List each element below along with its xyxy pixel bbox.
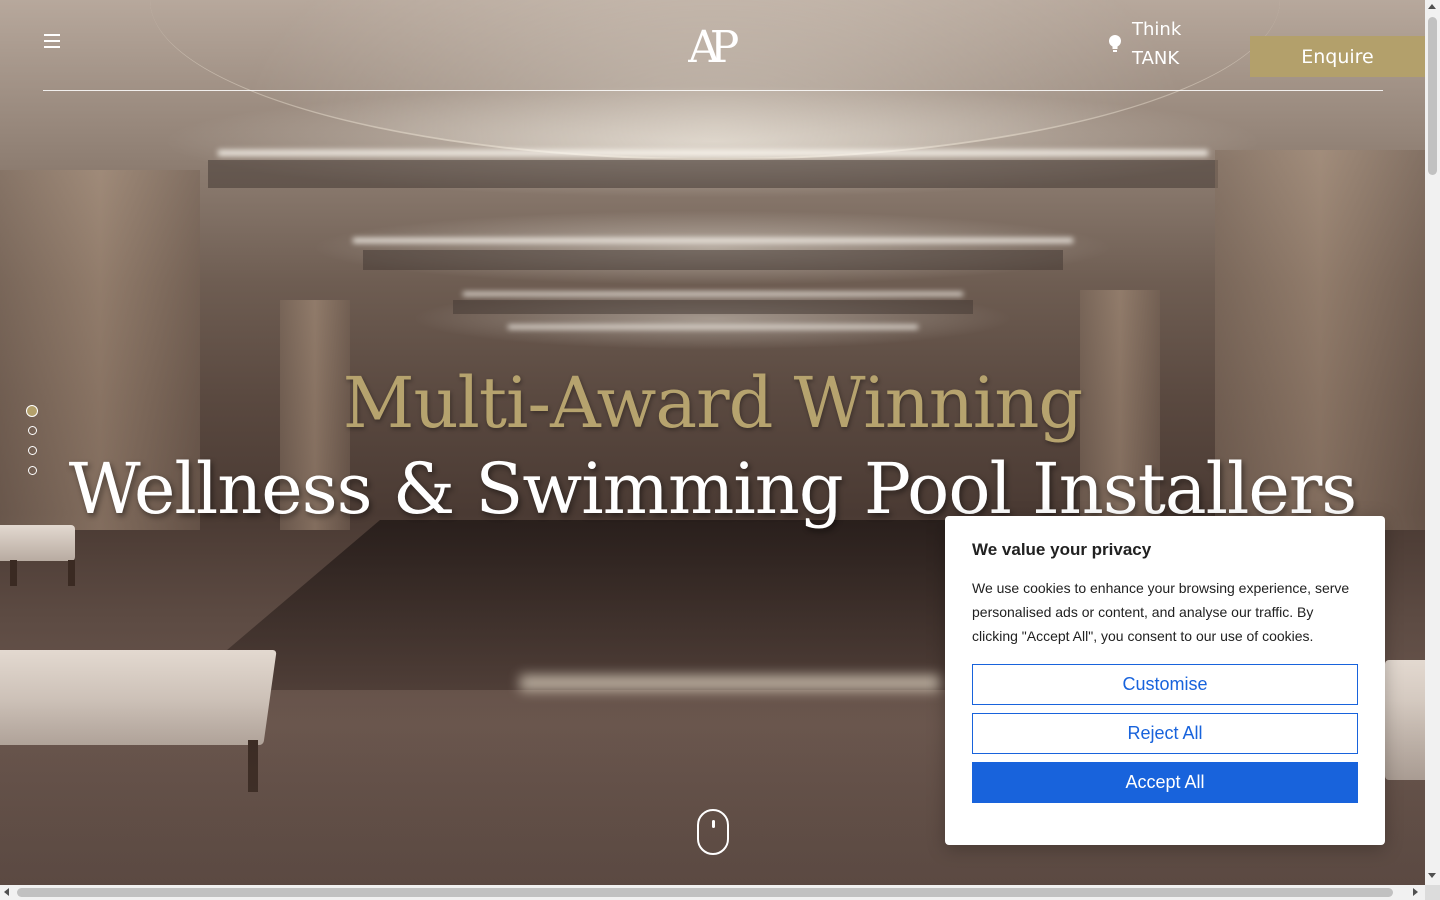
ceiling-beam [362,250,1063,270]
accept-all-button[interactable]: Accept All [972,762,1358,803]
enquire-button[interactable]: Enquire [1250,36,1425,77]
scroll-left-arrow-icon[interactable] [4,888,9,896]
site-logo[interactable]: AP [688,18,740,66]
lightbulb-icon [1109,35,1121,52]
svg-text:AP: AP [688,22,739,66]
scroll-up-arrow-icon[interactable] [1428,4,1436,9]
reject-all-button[interactable]: Reject All [972,713,1358,754]
horizontal-scroll-thumb[interactable] [17,888,1393,897]
ceiling-beam [207,160,1218,188]
ceiling-light [462,292,963,296]
ceiling-light [217,150,1208,156]
vertical-scrollbar[interactable] [1425,0,1440,885]
think-tank-line2: TANK [1132,48,1180,69]
lounger-leg [68,560,75,586]
ceiling-light [507,325,918,329]
mouse-scroll-icon[interactable] [697,809,729,855]
header-divider [43,90,1383,91]
ceiling-light [352,238,1073,243]
ceiling-beam [452,300,973,314]
horizontal-scrollbar[interactable] [0,885,1425,900]
scroll-down-arrow-icon[interactable] [1428,873,1436,878]
cookie-title: We value your privacy [972,540,1152,559]
menu-icon[interactable] [44,34,60,48]
think-tank-label: Think TANK [1132,15,1181,73]
cookie-description: We use cookies to enhance your browsing … [972,580,1350,644]
hero-subheading: Multi-Award Winning [342,362,1083,444]
lounger [0,525,75,561]
pool-edge-glow [520,675,940,691]
scroll-right-arrow-icon[interactable] [1413,888,1418,896]
think-tank-link[interactable]: Think TANK [1108,16,1181,72]
think-tank-line1: Think [1132,19,1182,40]
lounger-leg [10,560,17,586]
customise-button[interactable]: Customise [972,664,1358,705]
vertical-scroll-thumb[interactable] [1428,17,1437,175]
cookie-consent-dialog: We value your privacy We use cookies to … [945,516,1385,845]
scrollbar-corner [1425,885,1440,900]
